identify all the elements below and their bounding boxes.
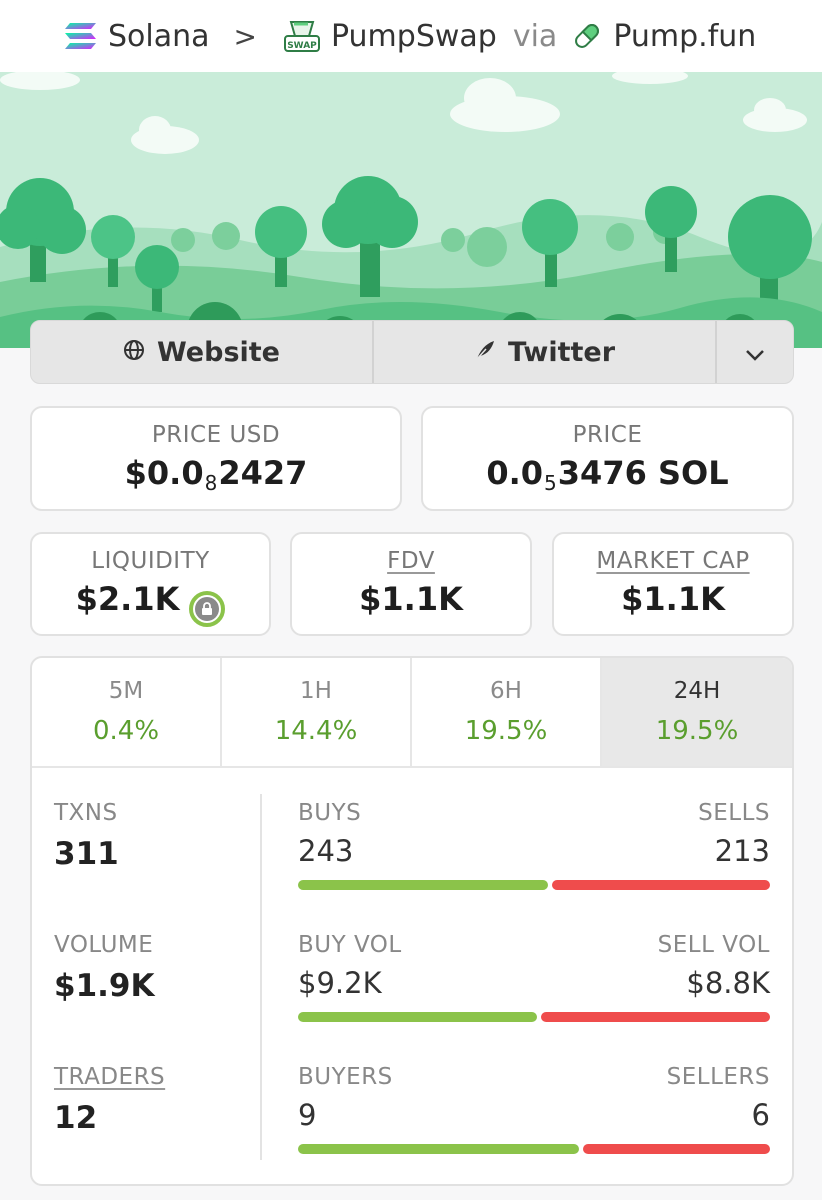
token-banner-image: [0, 72, 822, 348]
traders-bar: [298, 1144, 770, 1154]
sellers-label: SELLERS: [666, 1064, 770, 1090]
tab-24h[interactable]: 24H 19.5%: [602, 658, 792, 766]
website-button[interactable]: Website: [31, 321, 374, 383]
fdv-label[interactable]: FDV: [387, 548, 435, 574]
tab-change: 19.5%: [655, 716, 739, 746]
buy-bar-fill: [298, 880, 548, 890]
twitter-label: Twitter: [507, 336, 616, 368]
timeframe-tabs: 5M 0.4% 1H 14.4% 6H 19.5% 24H 19.5%: [32, 658, 792, 768]
txns-value: 311: [54, 836, 119, 872]
buys-label: BUYS: [298, 800, 362, 826]
fdv-card: FDV $1.1K: [290, 532, 532, 636]
globe-icon: [123, 337, 145, 368]
buys-sells-bar: [298, 880, 770, 890]
lock-icon[interactable]: [189, 591, 226, 627]
sell-vol-label: SELL VOL: [657, 932, 770, 958]
via-label: via: [512, 18, 558, 54]
breadcrumb-dex[interactable]: SWAP PumpSwap: [283, 18, 497, 54]
tab-5m[interactable]: 5M 0.4%: [32, 658, 222, 766]
buyers-value: 9: [298, 1098, 317, 1132]
buy-sell-volume-stat: BUY VOL SELL VOL $9.2K $8.8K: [298, 932, 770, 1022]
sellers-value: 6: [751, 1098, 770, 1132]
social-links-bar: Website Twitter: [30, 320, 794, 384]
pill-icon: [571, 20, 603, 52]
feather-icon: [474, 337, 496, 368]
sells-label: SELLS: [698, 800, 770, 826]
volume-stat: VOLUME $1.9K: [54, 932, 155, 1004]
chevron-down-icon: [745, 337, 765, 368]
tab-label: 5M: [108, 678, 144, 704]
sell-bar-fill: [551, 880, 770, 890]
tab-1h[interactable]: 1H 14.4%: [222, 658, 412, 766]
breadcrumb: Solana > SWAP PumpSwap via Pump.fun: [0, 0, 822, 72]
breadcrumb-launchpad[interactable]: Pump.fun: [571, 19, 756, 54]
sell-bar-fill: [541, 1012, 770, 1022]
chain-label: Solana: [108, 18, 210, 54]
traders-value: 12: [54, 1100, 98, 1136]
price-usd-value: $0.082427: [124, 454, 308, 495]
buy-bar-fill: [298, 1144, 580, 1154]
fdv-value: $1.1K: [359, 580, 463, 618]
solana-icon: [64, 21, 98, 51]
traders-stat: TRADERS 12: [54, 1064, 165, 1136]
tab-change: 0.4%: [92, 716, 160, 746]
liquidity-label: LIQUIDITY: [91, 548, 210, 574]
liquidity-value: $2.1K: [32, 580, 269, 627]
timeframe-stats-panel: 5M 0.4% 1H 14.4% 6H 19.5% 24H 19.5% TXNS…: [30, 656, 794, 1186]
sell-bar-fill: [583, 1144, 770, 1154]
twitter-button[interactable]: Twitter: [374, 321, 717, 383]
txns-label: TXNS: [54, 800, 118, 826]
market-cap-label[interactable]: MARKET CAP: [596, 548, 749, 574]
sells-value: 213: [714, 834, 770, 868]
volume-label: VOLUME: [54, 932, 154, 958]
more-links-button[interactable]: [717, 321, 793, 383]
buy-bar-fill: [298, 1012, 538, 1022]
divider: [260, 794, 262, 1160]
tab-change: 14.4%: [274, 716, 358, 746]
buyers-label: BUYERS: [298, 1064, 393, 1090]
traders-label[interactable]: TRADERS: [54, 1064, 165, 1090]
buys-sells-stat: BUYS SELLS 243 213: [298, 800, 770, 890]
market-cap-value: $1.1K: [621, 580, 725, 618]
txns-stat: TXNS 311: [54, 800, 119, 872]
breadcrumb-chain[interactable]: Solana: [64, 19, 210, 54]
tab-label: 1H: [300, 678, 332, 704]
volume-value: $1.9K: [54, 968, 155, 1004]
tab-label: 6H: [490, 678, 522, 704]
pumpswap-icon: SWAP: [283, 18, 321, 54]
website-label: Website: [156, 336, 280, 368]
dex-label: PumpSwap: [330, 18, 497, 54]
price-usd-label: PRICE USD: [151, 422, 281, 448]
buy-vol-label: BUY VOL: [298, 932, 402, 958]
sell-vol-value: $8.8K: [686, 966, 770, 1000]
market-cap-card: MARKET CAP $1.1K: [552, 532, 794, 636]
buys-value: 243: [298, 834, 354, 868]
liquidity-card: LIQUIDITY $2.1K: [30, 532, 271, 636]
breadcrumb-separator: >: [233, 19, 257, 53]
price-native-card: PRICE 0.053476 SOL: [421, 406, 794, 511]
svg-text:SWAP: SWAP: [287, 41, 317, 51]
volume-bar: [298, 1012, 770, 1022]
price-native-label: PRICE: [572, 422, 643, 448]
price-native-value: 0.053476 SOL: [486, 454, 729, 495]
buyers-sellers-stat: BUYERS SELLERS 9 6: [298, 1064, 770, 1154]
tab-6h[interactable]: 6H 19.5%: [412, 658, 602, 766]
trade-stats: TXNS 311 VOLUME $1.9K TRADERS 12 BUYS SEL…: [32, 768, 792, 1184]
price-usd-card: PRICE USD $0.082427: [30, 406, 402, 511]
tab-label: 24H: [673, 678, 721, 704]
tab-change: 19.5%: [464, 716, 548, 746]
buy-vol-value: $9.2K: [298, 966, 382, 1000]
launchpad-label: Pump.fun: [613, 18, 757, 54]
